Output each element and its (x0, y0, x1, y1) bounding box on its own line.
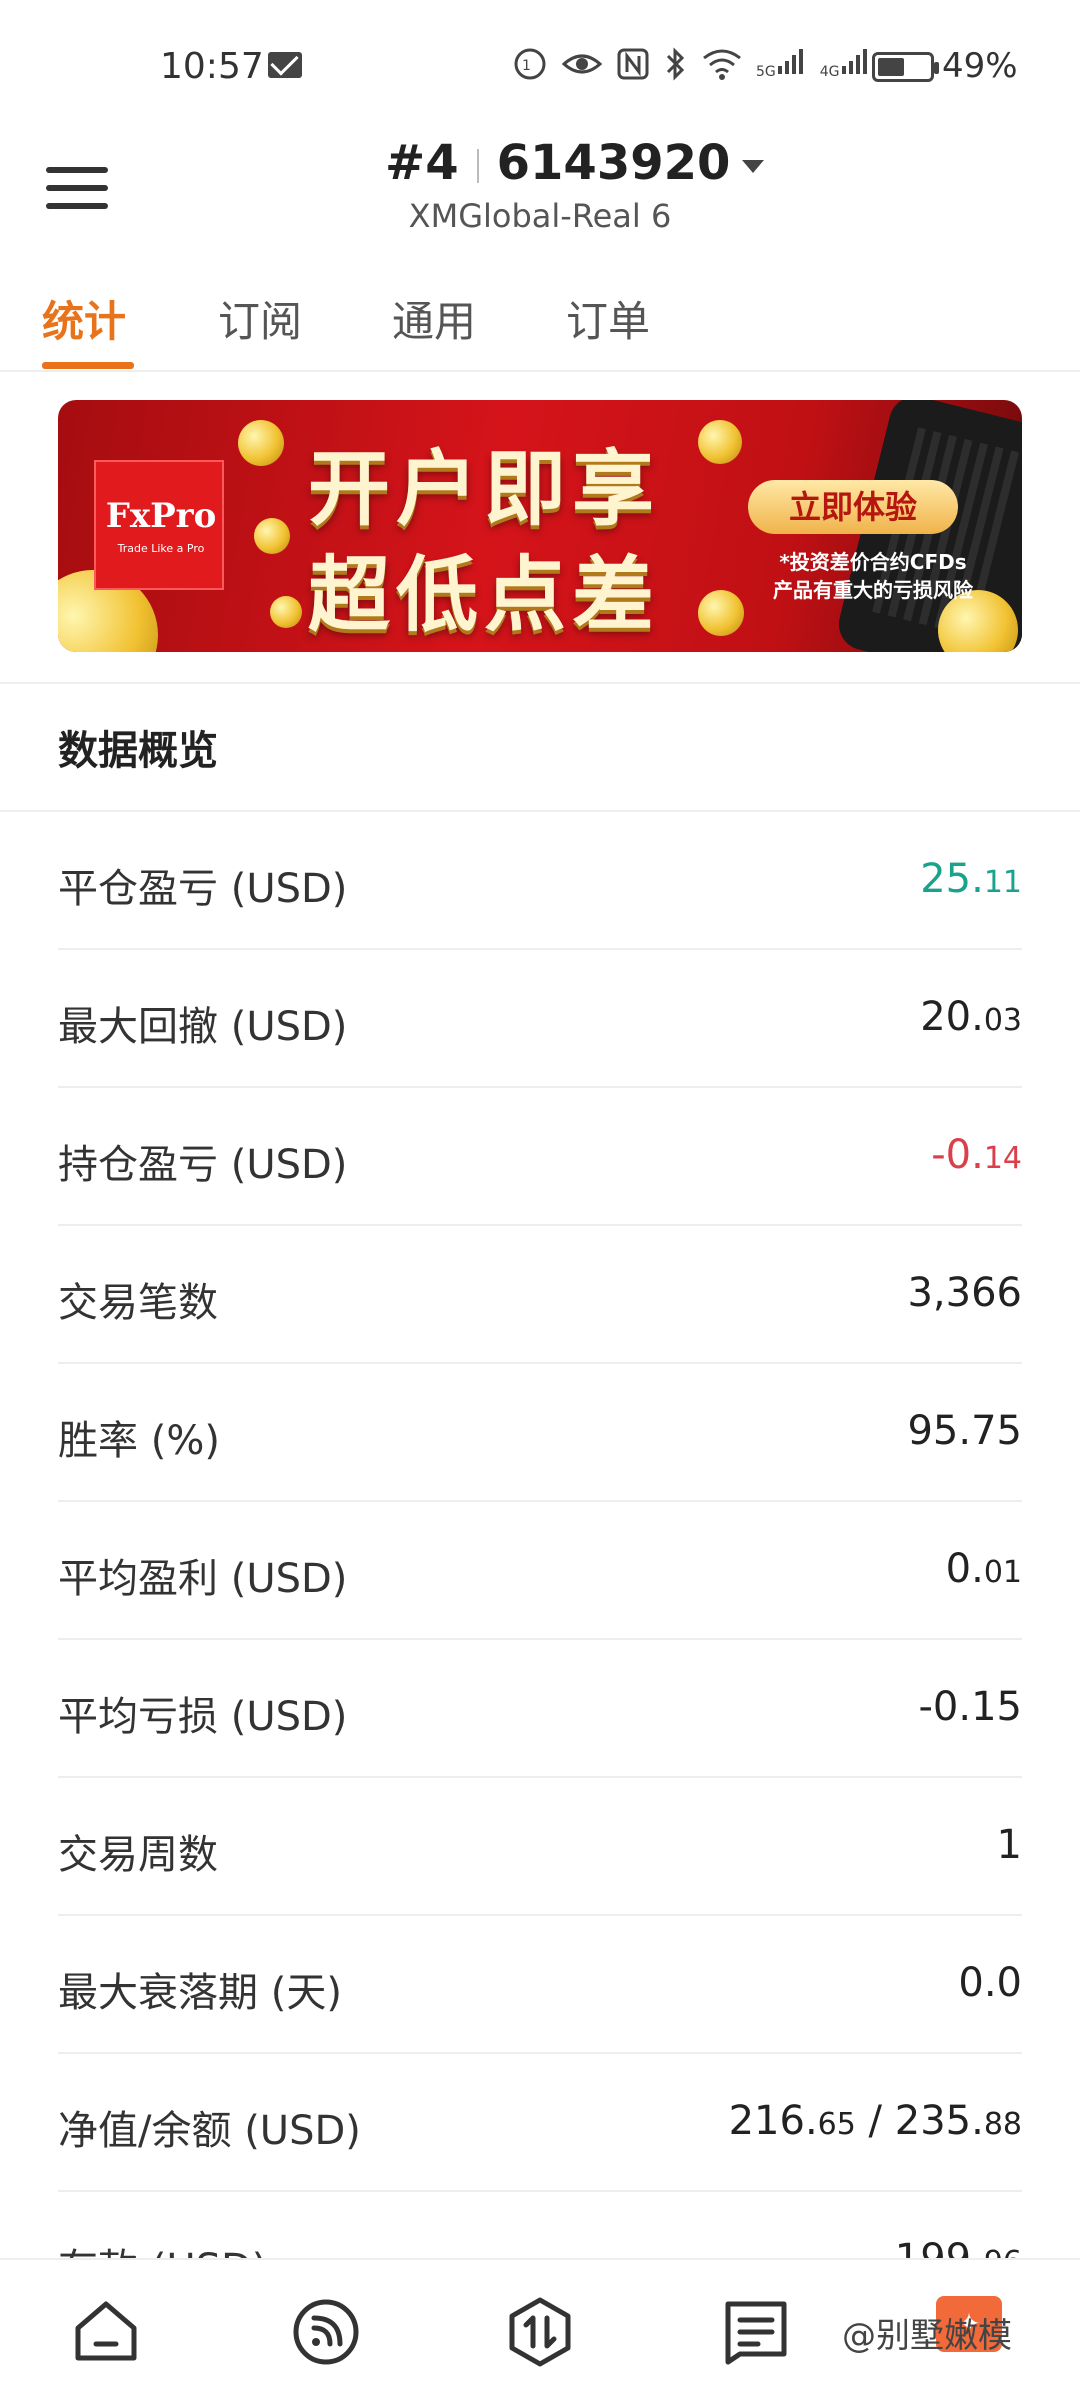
banner-headline-2: 超低点差 (308, 548, 661, 643)
status-time: 10:57 (160, 46, 264, 87)
home-icon[interactable] (70, 2296, 142, 2368)
tab-bar: 统计 订阅 通用 订单 (0, 270, 1080, 372)
status-icons: 1 5G 4G (512, 46, 870, 82)
stat-row: 平仓盈亏 (USD) 25.11 (58, 812, 1022, 950)
stat-label: 交易周数 (58, 1832, 218, 1878)
tab-general[interactable]: 通用 (392, 288, 476, 349)
account-number: 6143920 (496, 135, 731, 191)
stat-value: 25.11 (920, 856, 1022, 902)
divider (0, 682, 1080, 684)
stat-value: 95.75 (907, 1408, 1022, 1454)
network-5g-label: 5G (756, 64, 776, 80)
tab-subscribe[interactable]: 订阅 (218, 288, 302, 349)
app-header: #4 6143920 XMGlobal-Real 6 (0, 135, 1080, 260)
stat-label: 交易笔数 (58, 1280, 218, 1326)
account-title[interactable]: #4 6143920 (385, 135, 765, 191)
stat-row: 最大衰落期 (天) 0.0 (58, 1916, 1022, 2054)
stat-row: 净值/余额 (USD) 216.65 / 235.88 (58, 2054, 1022, 2192)
signal-5g-icon: 5G (756, 46, 806, 82)
stat-row: 平均亏损 (USD) -0.15 (58, 1640, 1022, 1778)
signal-4g-icon: 4G (820, 46, 870, 82)
promo-banner[interactable]: FxPro Trade Like a Pro 开户即享 超低点差 立即体验 *投… (58, 400, 1022, 652)
stat-value: 216.65 / 235.88 (728, 2098, 1022, 2144)
chevron-down-icon[interactable] (742, 159, 765, 173)
coin-graphic (698, 420, 742, 464)
network-4g-label: 4G (819, 64, 840, 80)
svg-text:1: 1 (522, 58, 531, 74)
trade-icon[interactable] (504, 2296, 576, 2368)
banner-disclaimer: *投资差价合约CFDs 产品有重大的亏损风险 (773, 550, 973, 602)
message-icon[interactable] (720, 2296, 792, 2368)
coin-graphic (254, 518, 290, 554)
stat-label: 平仓盈亏 (USD) (58, 866, 348, 912)
menu-icon (46, 167, 108, 173)
banner-cta-button[interactable]: 立即体验 (748, 480, 958, 534)
stat-row: 平均盈利 (USD) 0.01 (58, 1502, 1022, 1640)
banner-headline-1: 开户即享 (308, 442, 661, 537)
battery-icon (872, 52, 939, 82)
wifi-icon (703, 49, 741, 80)
section-title: 数据概览 (58, 728, 218, 774)
account-server: XMGlobal-Real 6 (408, 197, 672, 235)
fxpro-logo: FxPro Trade Like a Pro (94, 460, 224, 590)
eye-icon (562, 54, 602, 74)
feed-icon[interactable] (290, 2296, 362, 2368)
nfc-icon (617, 48, 649, 80)
coin-graphic (238, 420, 284, 466)
battery-percent: 49% (942, 46, 1018, 86)
stat-label: 平均盈利 (USD) (58, 1556, 348, 1602)
stat-row: 胜率 (%) 95.75 (58, 1364, 1022, 1502)
stat-row: 交易周数 1 (58, 1778, 1022, 1916)
stat-label: 净值/余额 (USD) (58, 2108, 361, 2154)
bluetooth-icon (666, 47, 685, 81)
status-bar: 10:57 1 5G 4G 49% (0, 0, 1080, 135)
stat-row: 最大回撤 (USD) 20.03 (58, 950, 1022, 1088)
stat-value: 20.03 (920, 994, 1022, 1040)
stat-row: 持仓盈亏 (USD) -0.14 (58, 1088, 1022, 1226)
stat-value: -0.15 (918, 1684, 1023, 1730)
coin-graphic (698, 590, 744, 636)
tab-orders[interactable]: 订单 (566, 288, 650, 349)
stat-label: 平均亏损 (USD) (58, 1694, 348, 1740)
stat-label: 胜率 (%) (58, 1418, 220, 1464)
tab-statistics[interactable]: 统计 (42, 288, 126, 349)
stat-value: 3,366 (907, 1270, 1022, 1316)
stat-value: 0.01 (945, 1546, 1022, 1592)
stat-value: -0.14 (931, 1132, 1022, 1178)
active-tab-indicator (42, 362, 134, 369)
stat-row: 交易笔数 3,366 (58, 1226, 1022, 1364)
stat-label: 最大回撤 (USD) (58, 1004, 348, 1050)
divider (476, 149, 479, 183)
stat-value: 1 (996, 1822, 1022, 1868)
mail-notification-icon (268, 52, 302, 78)
stat-label: 最大衰落期 (天) (58, 1970, 342, 2016)
coin-graphic (270, 596, 302, 628)
stat-value: 0.0 (958, 1960, 1022, 2006)
account-prefix: #4 (385, 135, 459, 191)
watermark-text: @别墅嫩模 (842, 2316, 1012, 2356)
auto-rotate-icon: 1 (514, 48, 546, 80)
stat-label: 持仓盈亏 (USD) (58, 1142, 348, 1188)
